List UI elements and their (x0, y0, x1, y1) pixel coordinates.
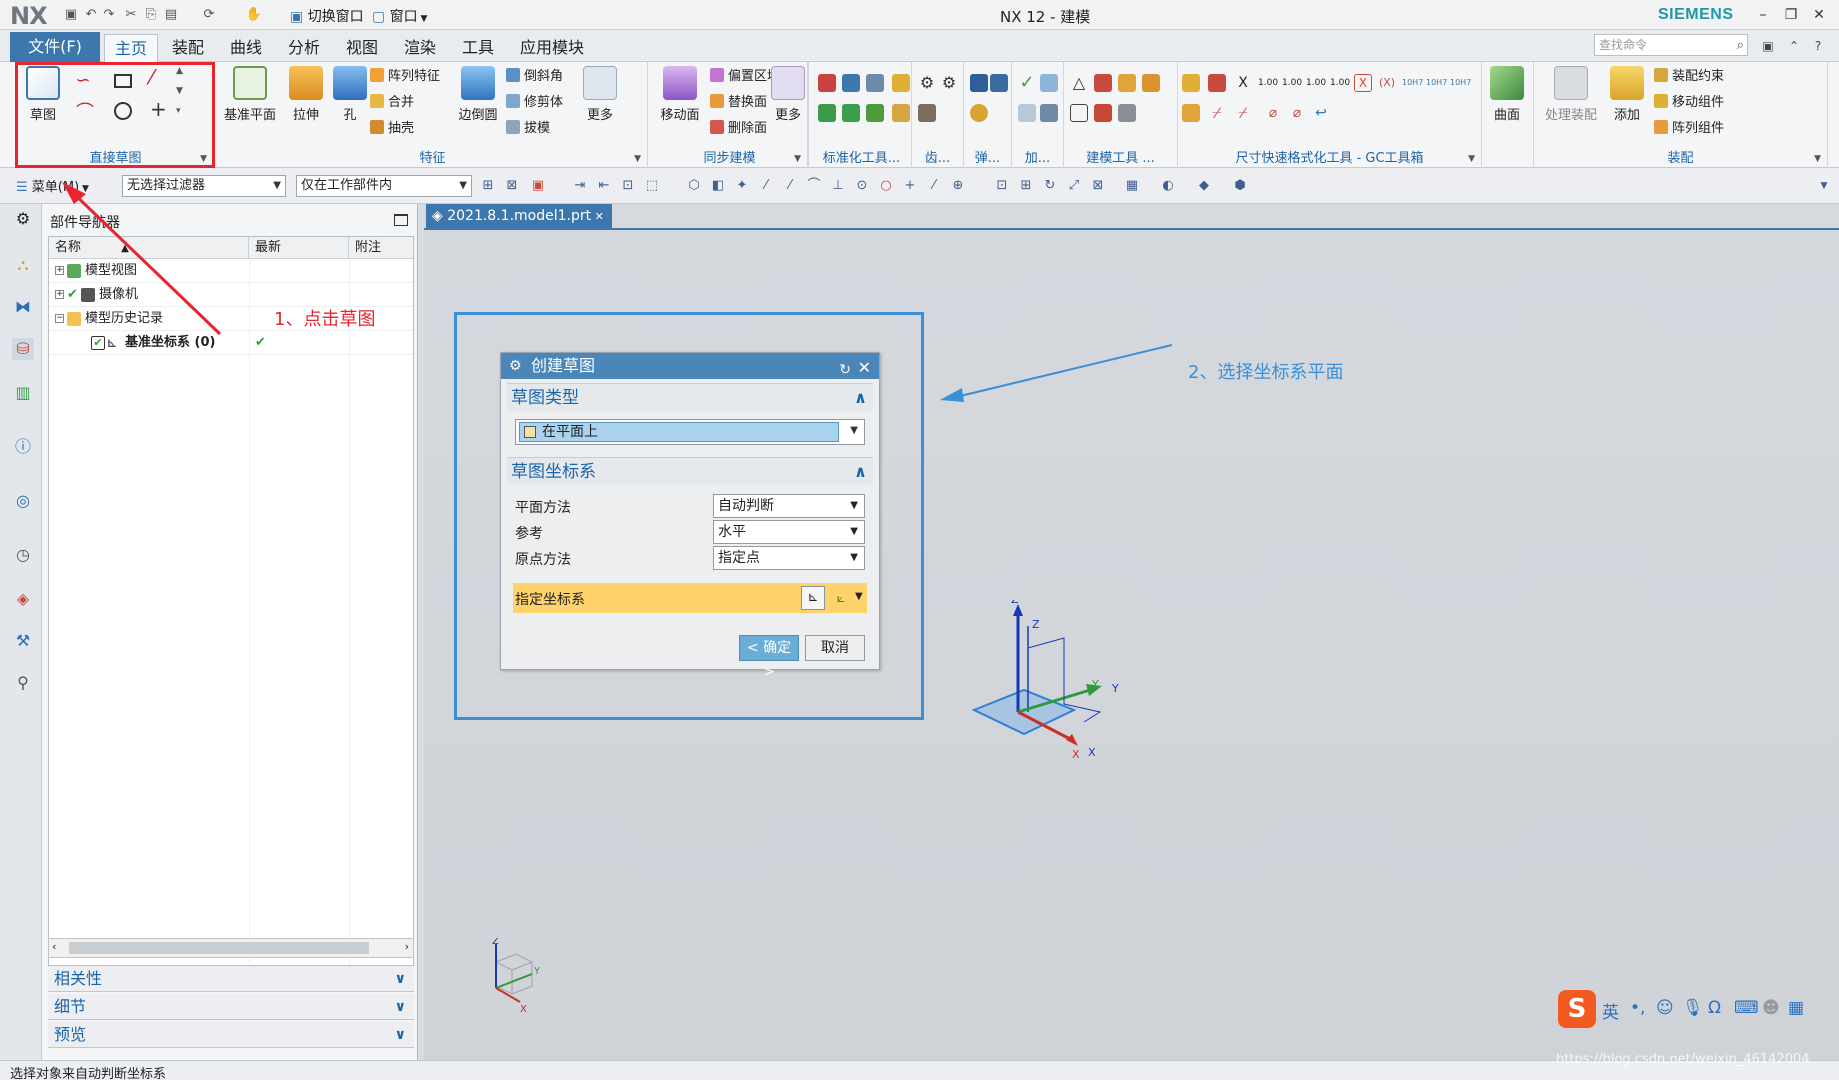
chevron-up-icon[interactable]: ∧ (854, 384, 867, 412)
chevron-down-icon: ▼ (850, 526, 858, 537)
reference-select[interactable]: 水平 ▼ (713, 520, 865, 544)
origin-method-label: 原点方法 (515, 552, 571, 568)
chevron-up-icon[interactable]: ∧ (854, 458, 867, 486)
status-message: 选择对象来自动判断坐标系 (10, 1067, 167, 1080)
close-icon[interactable]: ✕ (858, 355, 871, 381)
annotation-step1: 1、点击草图 (274, 309, 376, 330)
gear-icon[interactable]: ⚙ (509, 358, 525, 374)
keyboard-icon[interactable]: ⌨ (1734, 998, 1759, 1018)
sketch-type-select[interactable]: 在平面上 ▼ (515, 419, 865, 445)
plane-method-label: 平面方法 (515, 500, 571, 516)
symbol-icon[interactable]: Ω (1708, 998, 1721, 1018)
ok-button[interactable]: < 确定 > (739, 635, 799, 680)
section-sketch-csys[interactable]: 草图坐标系 ∧ (507, 457, 873, 485)
create-sketch-dialog: ⚙ 创建草图 ↻ ✕ 草图类型 ∧ 在平面上 ▼ 草图坐标系 ∧ 平面方法 自动… (500, 352, 880, 680)
annotation-step2: 2、选择坐标系平面 (1188, 362, 1344, 383)
reference-label: 参考 (515, 526, 543, 542)
section-sketch-csys-label: 草图坐标系 (511, 462, 596, 482)
plane-method-select[interactable]: 自动判断 ▼ (713, 494, 865, 518)
dialog-title: 创建草图 (531, 356, 596, 375)
csys-dialog-icon[interactable]: ⊾ (801, 586, 825, 610)
specify-csys-row[interactable]: 指定坐标系 ⊾ ⟀ ▼ (513, 583, 867, 613)
origin-method-select[interactable]: 指定点 ▼ (713, 546, 865, 570)
reset-icon[interactable]: ↻ (839, 357, 851, 383)
cancel-button[interactable]: 取消 (805, 635, 865, 661)
reference-value: 水平 (718, 524, 746, 540)
chevron-down-icon: ▼ (850, 500, 858, 511)
watermark: https://blog.csdn.net/weixin_46142004 (1556, 1052, 1810, 1067)
ime-toolbar: S 英 •, ☺ 🎙 Ω ⌨ ☻ ▦ (1558, 990, 1834, 1030)
origin-method-value: 指定点 (718, 550, 760, 566)
punctuation-icon[interactable]: •, (1630, 998, 1645, 1018)
chevron-down-icon[interactable]: ▼ (855, 591, 863, 602)
chevron-down-icon: ▼ (850, 425, 858, 436)
inferred-csys-icon[interactable]: ⟀ (829, 586, 853, 610)
dialog-title-bar[interactable]: ⚙ 创建草图 ↻ ✕ (501, 353, 879, 379)
section-sketch-type-label: 草图类型 (511, 388, 579, 408)
specify-csys-label: 指定坐标系 (515, 592, 585, 608)
sketch-type-value: 在平面上 (542, 424, 598, 440)
emoji-icon[interactable]: ☺ (1656, 998, 1674, 1018)
chevron-down-icon: ▼ (850, 552, 858, 563)
on-plane-icon (524, 426, 536, 438)
sketch-type-value-box: 在平面上 (519, 422, 839, 442)
user-icon[interactable]: ☻ (1762, 998, 1780, 1018)
microphone-icon[interactable]: 🎙 (1682, 998, 1704, 1018)
section-sketch-type[interactable]: 草图类型 ∧ (507, 383, 873, 411)
grid-icon[interactable]: ▦ (1788, 998, 1804, 1018)
ime-language[interactable]: 英 (1602, 998, 1619, 1023)
sogou-logo[interactable]: S (1558, 990, 1596, 1028)
plane-method-value: 自动判断 (718, 498, 774, 514)
